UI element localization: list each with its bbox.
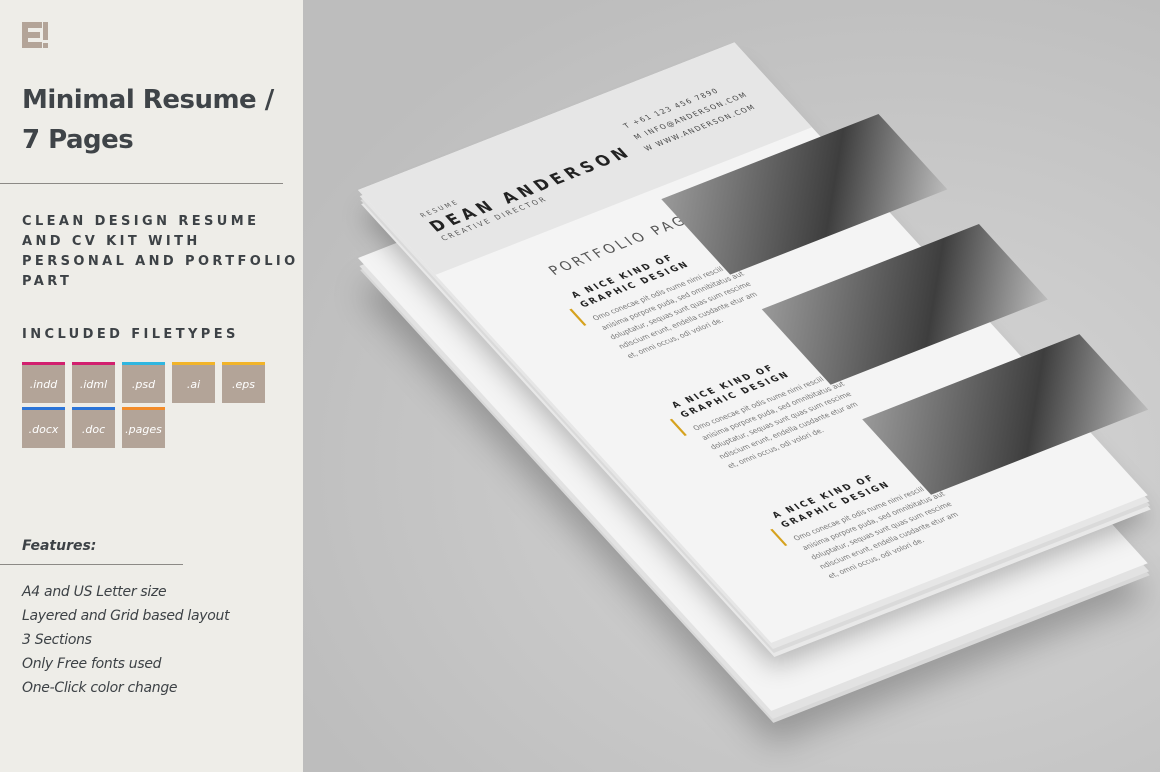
accent-bar <box>770 528 788 547</box>
feature-item: Layered and Grid based layout <box>22 608 230 624</box>
page-title: Minimal Resume / 7 Pages <box>22 80 274 160</box>
filetype-badge: .docx <box>22 407 65 448</box>
feature-item: One-Click color change <box>22 680 178 696</box>
filetype-badge: .eps <box>222 362 265 403</box>
filetype-badges: .indd .idml .psd .ai .eps .docx .doc .pages <box>22 362 282 448</box>
tagline: CLEAN DESIGN RESUME AND CV KIT WITH PERS… <box>22 214 299 289</box>
accent-bar <box>669 418 687 436</box>
feature-item: Only Free fonts used <box>22 656 162 672</box>
accent-bar <box>569 308 587 326</box>
filetype-badge: .ai <box>172 362 215 403</box>
title-line: Minimal Resume / <box>22 85 274 115</box>
features-heading: Features: <box>22 538 97 554</box>
title-line: 7 Pages <box>22 125 134 155</box>
filetype-badge: .pages <box>122 407 165 448</box>
feature-item: A4 and US Letter size <box>22 584 167 600</box>
resume-mockup: RESUME DEAN ANDERSON CREATIVE DIRECTOR T… <box>303 0 1160 772</box>
filetype-badge: .doc <box>72 407 115 448</box>
filetype-badge: .psd <box>122 362 165 403</box>
filetype-badge: .idml <box>72 362 115 403</box>
features-list: A4 and US Letter size Layered and Grid ba… <box>22 580 230 700</box>
divider <box>0 564 183 565</box>
feature-item: 3 Sections <box>22 632 92 648</box>
sidebar: Minimal Resume / 7 Pages CLEAN DESIGN RES… <box>0 0 303 772</box>
divider <box>0 183 283 184</box>
filetype-badge: .indd <box>22 362 65 403</box>
brand-logo <box>22 22 48 48</box>
filetypes-heading: INCLUDED FILETYPES <box>22 327 239 342</box>
